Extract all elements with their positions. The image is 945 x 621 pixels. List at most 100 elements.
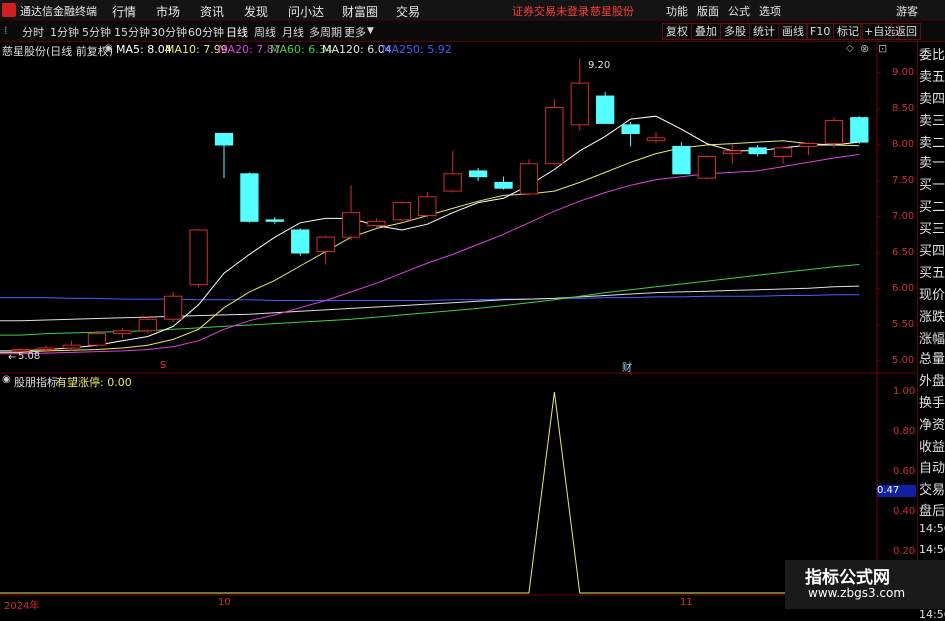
indicator-line [0, 391, 877, 594]
draw-button[interactable]: 画线 [778, 23, 808, 40]
period-30min[interactable]: 30分钟 [151, 24, 187, 40]
candle-body-up [87, 333, 107, 346]
side-panel-item[interactable]: 14:56 [919, 543, 945, 556]
side-panel-item[interactable]: 卖四 [919, 88, 945, 107]
x-axis-label: 10 [218, 597, 231, 608]
side-panel-item[interactable]: 14:56 [919, 522, 945, 535]
side-panel-item[interactable]: 交易 [919, 479, 945, 498]
side-panel-item[interactable]: 买二 [919, 196, 945, 215]
ma60-line [0, 264, 860, 336]
menu-wealth[interactable]: 财富圈 [342, 3, 378, 20]
side-panel-item[interactable]: 净资 [919, 414, 945, 433]
stats-button[interactable]: 统计 [749, 23, 779, 40]
candle-body-up [570, 82, 589, 126]
candle-body-down [850, 117, 869, 143]
side-panel-item[interactable]: 委比 [919, 44, 945, 63]
period-intraday[interactable]: 分时 [22, 24, 44, 40]
candle [392, 201, 412, 222]
menu-options[interactable]: 选项 [759, 3, 781, 19]
period-daily[interactable]: 日线 [226, 24, 248, 40]
side-panel-item[interactable]: 卖五 [919, 66, 945, 85]
menu-layout[interactable]: 版面 [697, 3, 719, 19]
app-name: 通达信金融终端 [20, 5, 97, 18]
menu-formula[interactable]: 公式 [728, 3, 750, 19]
period-more[interactable]: 更多 [344, 24, 366, 40]
side-panel-item[interactable]: 买一 [919, 174, 945, 193]
side-panel-item[interactable]: 收益 [919, 436, 945, 455]
side-panel-item[interactable]: 买五 [919, 262, 945, 281]
user-guest[interactable]: 游客 [896, 3, 918, 19]
side-panel-item[interactable]: 买四 [919, 240, 945, 259]
candle [570, 58, 589, 131]
menu-market[interactable]: 市场 [156, 3, 180, 20]
candle-body-up [316, 236, 335, 253]
f10-button[interactable]: F10 [806, 23, 835, 40]
candle [316, 235, 335, 265]
chevron-down-icon[interactable]: ▼ [367, 26, 374, 36]
ma250-label: MA250: 5.92 [382, 43, 452, 56]
side-panel-item[interactable]: 14:56 [919, 608, 945, 621]
price-tick: 5.50 [892, 319, 915, 330]
candle-body-up [824, 120, 844, 145]
toolbar-grip-icon: ⁞ [4, 24, 8, 37]
candle [443, 150, 462, 193]
candle [341, 185, 361, 241]
candle-body-down [621, 124, 640, 134]
high-price-label: 9.20 [588, 60, 611, 71]
app-logo-icon [2, 3, 16, 17]
side-panel-item[interactable]: 涨跌 [919, 306, 945, 325]
stock-name-title: 慈星股份 [590, 5, 634, 18]
candle [824, 117, 844, 148]
event-marker-financial[interactable]: 财 [622, 359, 632, 374]
candle-body-up [545, 107, 564, 165]
overlay-button[interactable]: 叠加 [691, 23, 721, 40]
chart-close-icon[interactable]: ⊗ [860, 42, 869, 55]
side-panel-item[interactable]: 买三 [919, 218, 945, 237]
trade-login-notice[interactable]: 证券交易未登录 [512, 3, 589, 19]
indicator-settings-icon[interactable]: ◉ [2, 374, 11, 385]
menu-functions[interactable]: 功能 [666, 3, 688, 19]
indicator-cursor-value: 0.47 [877, 485, 916, 497]
period-15min[interactable]: 15分钟 [114, 24, 150, 40]
menu-trade[interactable]: 交易 [396, 3, 420, 20]
side-panel-item[interactable]: 卖二 [919, 132, 945, 151]
menu-discover[interactable]: 发现 [244, 3, 268, 20]
candle [545, 98, 564, 166]
ind-tick: 0.80 [893, 426, 916, 437]
period-1min[interactable]: 1分钟 [50, 24, 79, 40]
ind-tick: 1.00 [893, 386, 916, 397]
price-tick: 9.00 [892, 67, 915, 78]
menu-news[interactable]: 资讯 [200, 3, 224, 20]
side-panel-item[interactable]: 盘后 [919, 500, 945, 519]
kline-chart[interactable] [0, 42, 917, 609]
menu-ask[interactable]: 问小达 [288, 3, 324, 20]
chart-settings-icon[interactable]: ◉ [104, 43, 113, 54]
side-panel-item[interactable]: 卖一 [919, 152, 945, 171]
back-button[interactable]: 返回 [891, 23, 921, 40]
period-multi[interactable]: 多周期 [309, 24, 342, 40]
candle-body-up [646, 137, 666, 142]
title-bar: 通达信金融终端 行情 市场 资讯 发现 问小达 财富圈 交易 证券交易未登录 慈… [0, 0, 945, 21]
side-panel-item[interactable]: 卖三 [919, 110, 945, 129]
side-panel-item[interactable]: 涨幅 [919, 328, 945, 347]
adjust-button[interactable]: 复权 [662, 23, 692, 40]
candle-body-up [189, 229, 208, 286]
candle-body-down [214, 132, 234, 146]
indicator-name[interactable]: 股朋指标 [14, 374, 58, 390]
event-marker-s[interactable]: S [160, 360, 166, 371]
side-panel-item[interactable]: 换手 [919, 392, 945, 411]
side-panel-item[interactable]: 自动 [919, 457, 945, 476]
period-60min[interactable]: 60分钟 [188, 24, 224, 40]
side-panel-item[interactable]: 现价 [919, 284, 945, 303]
period-weekly[interactable]: 周线 [254, 24, 276, 40]
menu-market-quotes[interactable]: 行情 [112, 3, 136, 20]
diamond-icon[interactable]: ◇ [846, 43, 854, 54]
period-monthly[interactable]: 月线 [282, 24, 304, 40]
side-panel-item[interactable]: 总量 [919, 348, 945, 367]
mark-button[interactable]: 标记 [833, 23, 863, 40]
chart-maximize-icon[interactable]: ⊡ [878, 42, 887, 55]
multi-stock-button[interactable]: 多股 [720, 23, 750, 40]
candle-body-down [240, 173, 259, 222]
period-5min[interactable]: 5分钟 [82, 24, 111, 40]
side-panel-item[interactable]: 外盘 [919, 370, 945, 389]
